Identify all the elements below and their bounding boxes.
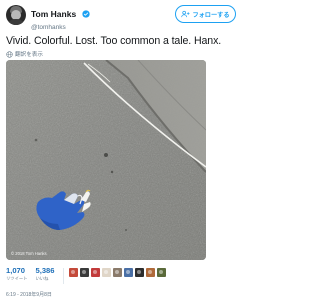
liker-avatar[interactable] [101,268,111,277]
retweet-count: 1,070 [6,266,26,275]
like-stat[interactable]: 5,386 いいね [35,267,54,282]
liker-avatar[interactable] [90,268,100,277]
tweet-text: Vivid. Colorful. Lost. Too common a tale… [6,35,222,47]
globe-icon [6,50,13,58]
user-info[interactable]: Tom Hanks @tomhanks [31,5,90,31]
translate-label: 翻訳を表示 [15,52,43,58]
follow-button-label: フォローする [192,11,230,19]
liker-avatar[interactable] [79,268,89,277]
liker-avatar[interactable] [134,268,144,277]
retweet-label: リツイート [6,276,28,281]
avatar[interactable] [6,5,26,25]
tweet-stats: 1,070 リツイート 5,386 いいね [6,267,166,284]
translate-link[interactable]: 翻訳を表示 [6,50,43,58]
tweet-card: Tom Hanks @tomhanks フォローする Vivid. Colorf… [0,0,242,300]
verified-badge-icon [81,10,90,18]
liker-avatars [68,268,166,277]
follow-button[interactable]: フォローする [175,5,236,23]
tweet-photo[interactable] [6,60,206,260]
like-count: 5,386 [35,266,55,275]
like-label: いいね [35,276,49,281]
liker-avatar[interactable] [156,268,166,277]
stats-divider [62,268,64,284]
tweet-timestamp[interactable]: 6:19 - 2018年9月8日 [6,291,52,298]
liker-avatar[interactable] [112,268,122,277]
user-name[interactable]: Tom Hanks [31,9,76,19]
tweet-header: Tom Hanks @tomhanks フォローする [6,4,236,31]
liker-avatar[interactable] [145,268,155,277]
retweet-stat[interactable]: 1,070 リツイート [6,267,27,282]
liker-avatar[interactable] [123,268,133,277]
user-handle: @tomhanks [31,24,66,31]
photo-watermark: © 2018 Tom Hanks [11,251,47,256]
liker-avatar[interactable] [68,268,78,277]
add-user-icon [181,10,190,18]
